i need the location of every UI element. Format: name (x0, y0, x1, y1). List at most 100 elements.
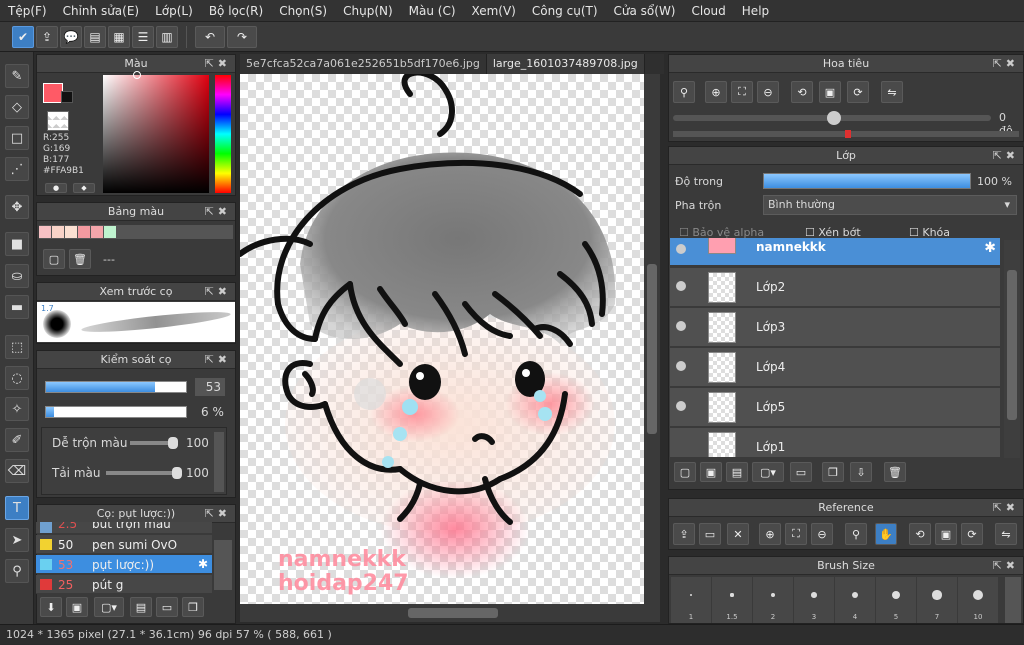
operation-tool-icon[interactable]: ➤ (5, 528, 29, 552)
eyedropper-icon[interactable]: ⚲ (5, 559, 29, 583)
cloud-upload-icon[interactable]: ⇪ (673, 523, 695, 545)
new-palette-icon[interactable]: ▢ (43, 249, 65, 269)
select-eraser-icon[interactable]: ⌫ (5, 459, 29, 483)
rotate-right-icon[interactable]: ⟳ (847, 81, 869, 103)
brush-size-value[interactable]: 53 (195, 378, 225, 396)
duplicate-layer-icon[interactable]: ❐ (822, 462, 844, 482)
panel-controls-icon[interactable]: ⇱✖ (993, 557, 1019, 575)
brush-size-option[interactable]: 4 (835, 577, 875, 623)
open-folder-icon[interactable]: ▭ (699, 523, 721, 545)
select-pen-icon[interactable]: ✐ (5, 428, 29, 452)
ref-rotate-left-icon[interactable]: ⟲ (909, 523, 931, 545)
eraser-tool-icon[interactable]: ◇ (5, 95, 29, 119)
mix-scrollbar[interactable] (214, 432, 224, 492)
duplicate-icon[interactable]: ❐ (182, 597, 204, 617)
menu-select[interactable]: Chọn(S) (271, 4, 335, 18)
brush-size-option[interactable]: 3 (794, 577, 834, 623)
panel-controls-icon[interactable]: ⇱✖ (993, 499, 1019, 517)
palette-swatch[interactable] (39, 226, 51, 238)
brush-size-option[interactable]: 2 (753, 577, 793, 623)
close-icon[interactable]: ✕ (727, 523, 749, 545)
menu-cloud[interactable]: Cloud (684, 4, 734, 18)
menu-help[interactable]: Help (734, 4, 777, 18)
layer-row[interactable]: Lớp1 (670, 428, 1000, 458)
foreground-color-swatch[interactable] (43, 83, 63, 103)
layer-list-scrollbar[interactable] (1004, 240, 1020, 458)
menu-capture[interactable]: Chụp(N) (335, 4, 401, 18)
ref-zoom-out-icon[interactable]: ⊖ (811, 523, 833, 545)
eye-icon[interactable] (676, 244, 686, 254)
hue-slider[interactable] (215, 75, 231, 193)
eye-icon[interactable] (676, 321, 686, 331)
layer-row[interactable]: Lớp5 (670, 388, 1000, 427)
panel-controls-icon[interactable]: ⇱✖ (205, 505, 231, 523)
ref-flip-icon[interactable]: ⇋ (995, 523, 1017, 545)
zoom-in-icon[interactable]: ⊕ (705, 81, 727, 103)
layer-row-selected[interactable]: namnekkk ✱ (670, 238, 1000, 266)
palette-swatch[interactable] (65, 226, 77, 238)
zoom-out-icon[interactable]: ⊖ (757, 81, 779, 103)
gear-icon[interactable]: ✱ (984, 240, 996, 256)
color-pick-button[interactable]: ◆ (73, 183, 95, 193)
menu-filter[interactable]: Bộ lọc(R) (201, 4, 271, 18)
eye-icon[interactable] (676, 361, 686, 371)
rectangle-tool-icon[interactable]: □ (5, 126, 29, 150)
background-color-swatch[interactable] (61, 91, 73, 103)
redo-button[interactable]: ↷ (227, 25, 257, 48)
layer-row[interactable]: Lớp2 (670, 268, 1000, 307)
load-slider[interactable] (106, 467, 182, 479)
check-icon[interactable]: ✔ (12, 25, 34, 48)
document-icon[interactable]: ▦ (108, 25, 130, 48)
zoom-track[interactable] (673, 130, 1019, 138)
brush-tool-icon[interactable]: ✎ (5, 64, 29, 88)
palette-swatch[interactable] (104, 226, 116, 238)
tab-document-2[interactable]: large_1601037489708.jpg (486, 54, 645, 74)
brush-item[interactable]: 50 pen sumi OvO (36, 535, 212, 554)
menu-tools[interactable]: Công cụ(T) (524, 4, 606, 18)
layer-folder-icon[interactable]: ▭ (790, 462, 812, 482)
list-icon[interactable]: ☰ (132, 25, 154, 48)
menu-color[interactable]: Màu (C) (401, 4, 464, 18)
add-layer-dropdown[interactable]: ▢▾ (752, 462, 784, 482)
menu-file[interactable]: Tệp(F) (0, 4, 55, 18)
brush-list-scrollbar[interactable] (214, 540, 232, 590)
line-tool-icon[interactable]: ⋰ (5, 157, 29, 181)
rotation-slider[interactable] (673, 111, 991, 125)
panel-controls-icon[interactable]: ⇱✖ (993, 147, 1019, 165)
brush-size-scrollbar[interactable] (1005, 577, 1021, 623)
bucket-tool-icon[interactable]: ⛀ (5, 264, 29, 288)
brush-opacity-slider[interactable] (45, 406, 187, 418)
tab-document-1[interactable]: 5e7cfca52ca7a061e252651b5df170e6.jpg (240, 54, 487, 74)
panel-controls-icon[interactable]: ⇱✖ (205, 351, 231, 369)
zoom-search-icon[interactable]: ⚲ (673, 81, 695, 103)
copy-brush-icon[interactable]: ▤ (130, 597, 152, 617)
checklist-icon[interactable]: ▥ (156, 25, 178, 48)
trash-icon[interactable]: 🗑 (69, 249, 91, 269)
fit-screen-icon[interactable]: ⛶ (731, 81, 753, 103)
folder-icon[interactable]: ▣ (66, 597, 88, 617)
hand-icon[interactable]: ✋ (875, 523, 897, 545)
gear-icon[interactable]: ✱ (198, 557, 208, 571)
panel-controls-icon[interactable]: ⇱✖ (205, 55, 231, 73)
magic-wand-icon[interactable]: ✧ (5, 397, 29, 421)
text-tool-icon[interactable]: T (5, 496, 29, 520)
menu-layer[interactable]: Lớp(L) (147, 4, 201, 18)
ref-rotate-right-icon[interactable]: ⟳ (961, 523, 983, 545)
brush-size-option[interactable]: 10 (958, 577, 998, 623)
layer-row[interactable]: Lớp4 (670, 348, 1000, 387)
saturation-value-picker[interactable] (103, 71, 209, 193)
color-mode-button[interactable]: ● (45, 183, 67, 193)
menu-window[interactable]: Cửa sổ(W) (606, 4, 684, 18)
ref-eyedropper-icon[interactable]: ⚲ (845, 523, 867, 545)
brush-size-option[interactable]: 1 (671, 577, 711, 623)
panel-controls-icon[interactable]: ⇱✖ (993, 55, 1019, 73)
eye-icon[interactable] (676, 281, 686, 291)
brush-size-option[interactable]: 1.5 (712, 577, 752, 623)
cloud-download-icon[interactable]: ⬇ (40, 597, 62, 617)
eye-icon[interactable] (676, 401, 686, 411)
horizontal-scrollbar[interactable] (240, 604, 660, 622)
panel-controls-icon[interactable]: ⇱✖ (205, 283, 231, 301)
ref-reset-icon[interactable]: ▣ (935, 523, 957, 545)
rotate-left-icon[interactable]: ⟲ (791, 81, 813, 103)
layer-opacity-slider[interactable] (763, 173, 971, 189)
